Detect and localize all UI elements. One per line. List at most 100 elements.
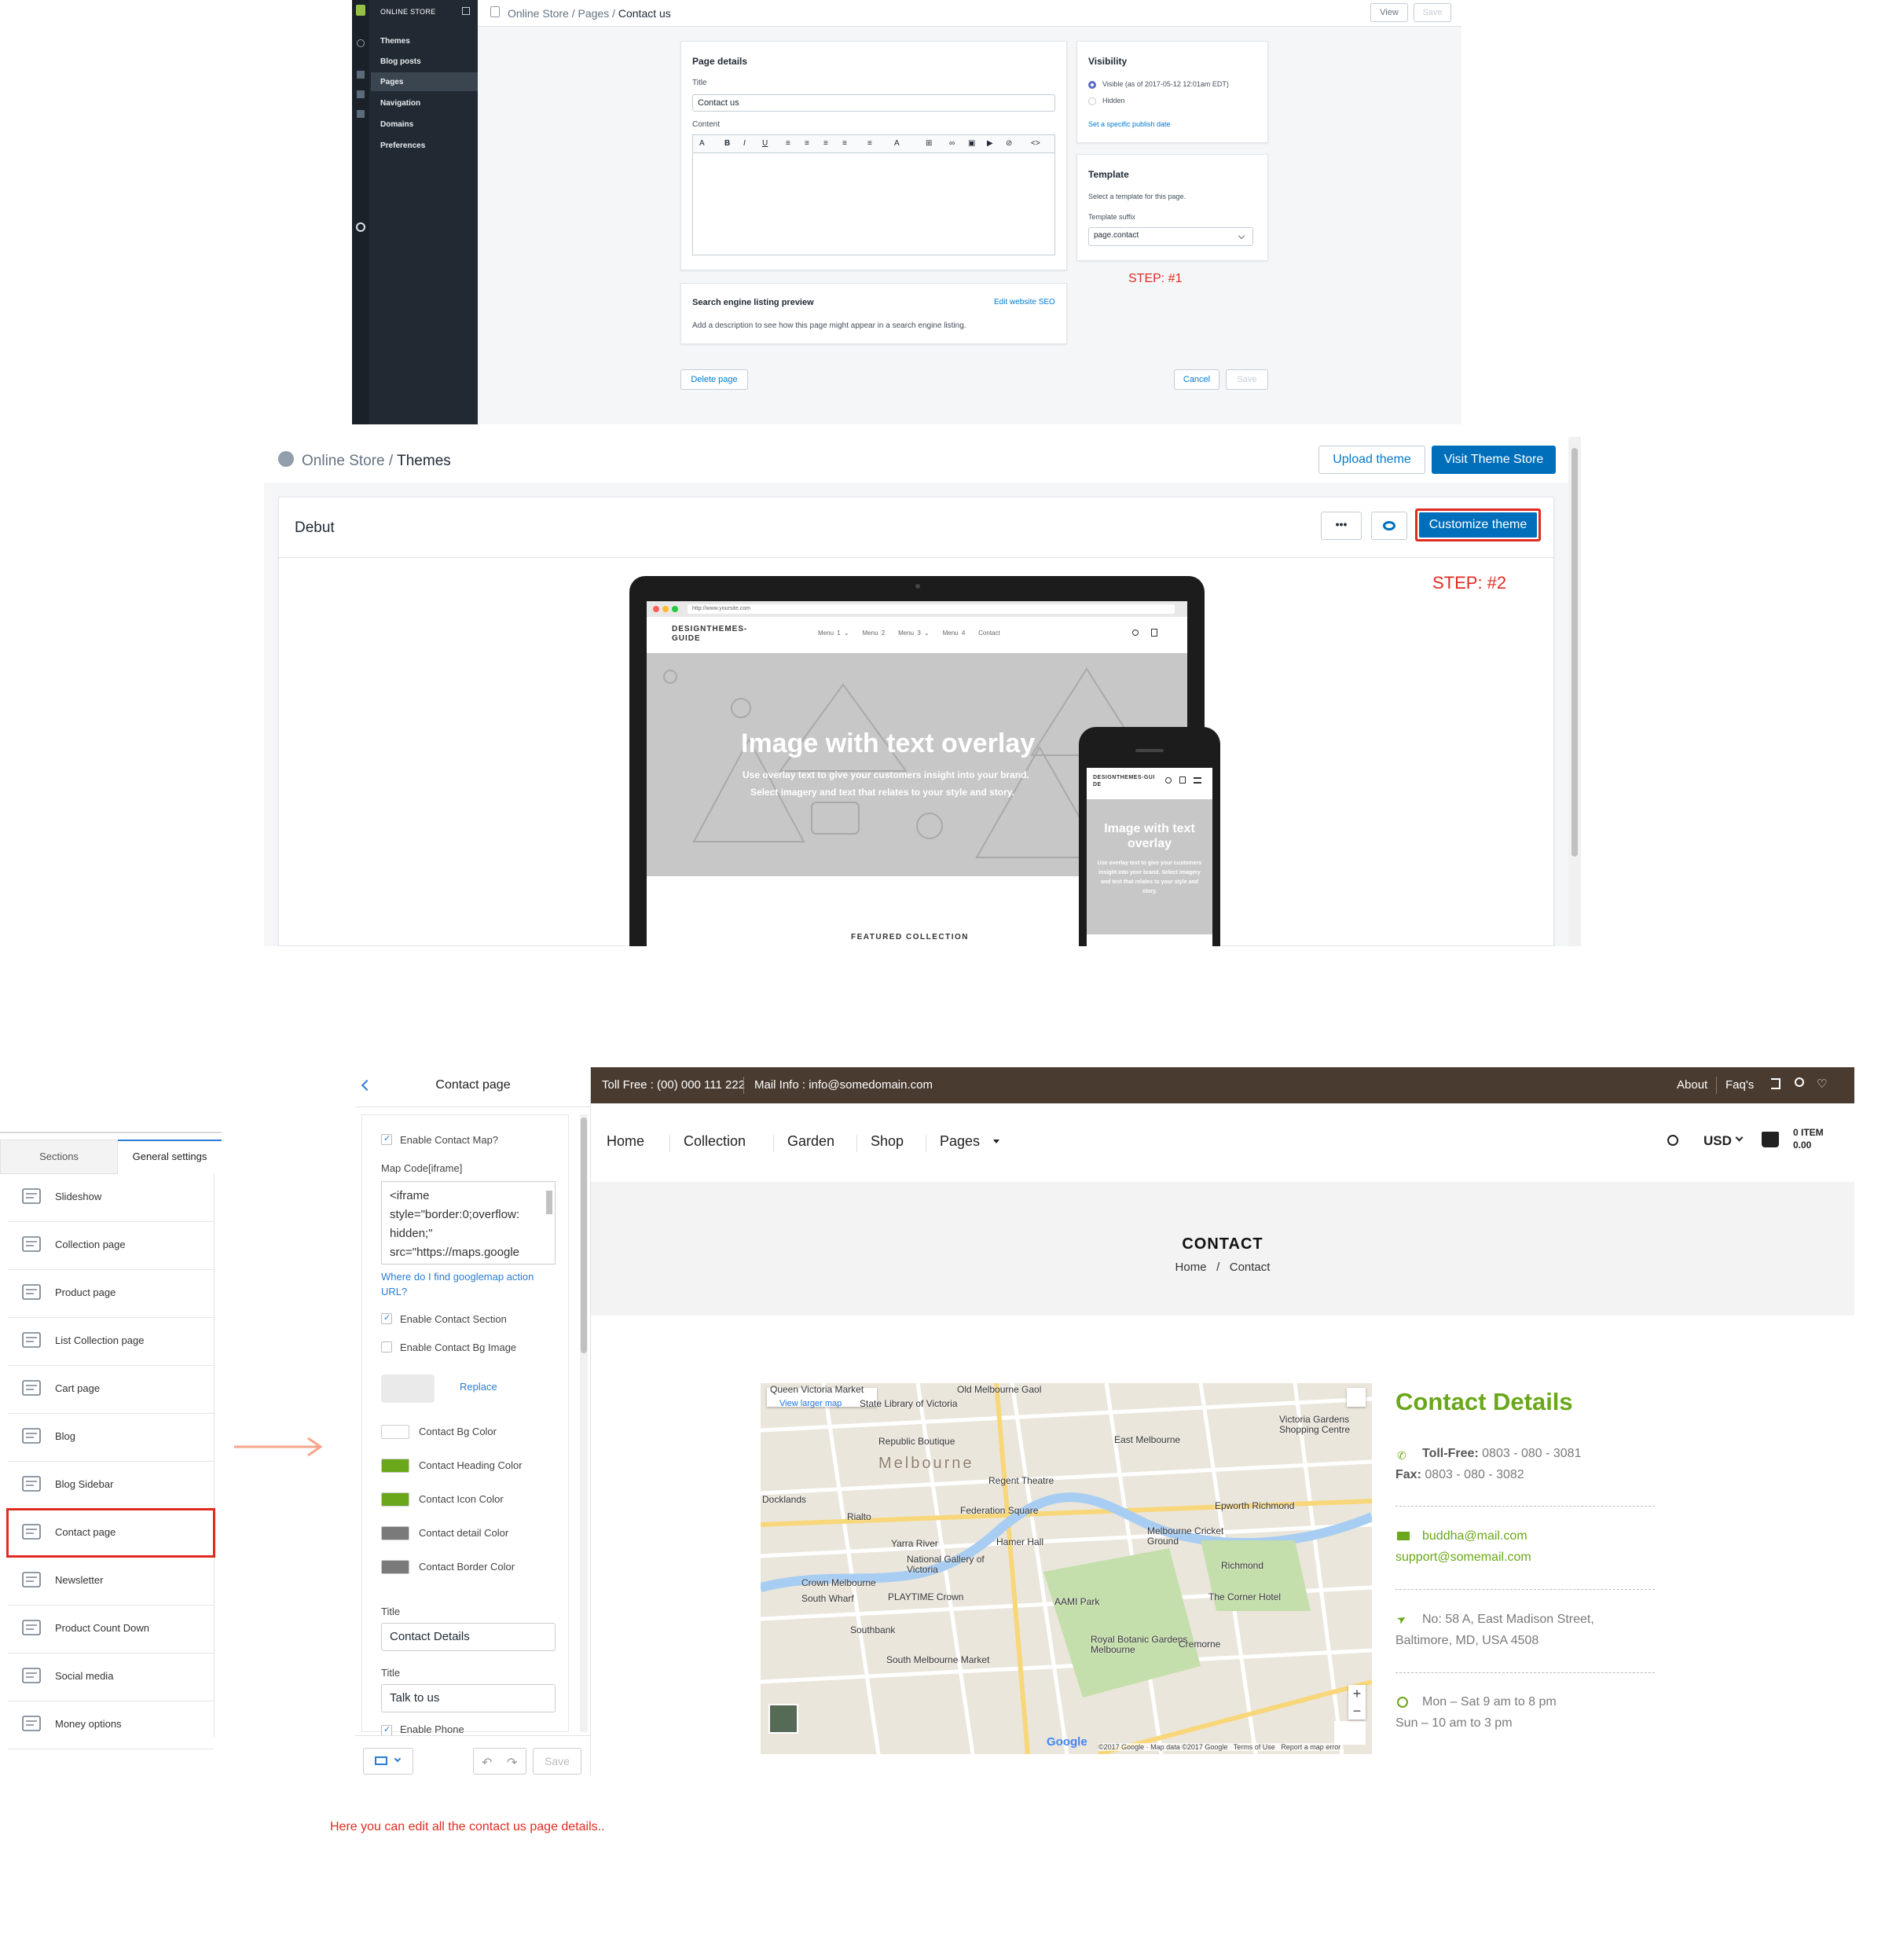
- customers-icon[interactable]: [357, 110, 365, 118]
- color-swatch[interactable]: [381, 1526, 409, 1540]
- publish-date-link[interactable]: Set a specific publish date: [1088, 120, 1171, 128]
- email-2[interactable]: support@somemail.com: [1395, 1551, 1531, 1565]
- topbar-faq-link[interactable]: Faq's: [1725, 1078, 1754, 1092]
- satellite-toggle[interactable]: [768, 1704, 798, 1734]
- cart-icon[interactable]: [1762, 1132, 1779, 1147]
- numbered-list-button[interactable]: ≡: [805, 139, 809, 148]
- visit-theme-store-button[interactable]: Visit Theme Store: [1432, 446, 1556, 474]
- sidebar-item-pages[interactable]: Pages: [371, 72, 478, 91]
- save-button[interactable]: Save: [1226, 369, 1268, 390]
- indent-button[interactable]: ≡: [823, 139, 828, 148]
- replace-link[interactable]: Replace: [460, 1381, 497, 1393]
- content-editor[interactable]: [692, 153, 1055, 255]
- title1-input[interactable]: Contact Details: [381, 1623, 556, 1651]
- nav-shop[interactable]: Shop: [871, 1133, 904, 1150]
- map-code-textarea[interactable]: <iframe style="border:0;overflow: hidden…: [381, 1181, 556, 1264]
- cancel-button[interactable]: Cancel: [1174, 369, 1219, 390]
- upload-theme-button[interactable]: Upload theme: [1318, 446, 1425, 474]
- enable-bg-checkbox[interactable]: [381, 1342, 392, 1353]
- nav-home[interactable]: Home: [607, 1133, 644, 1150]
- breadcrumb-home[interactable]: Home: [1175, 1261, 1207, 1274]
- color-swatch[interactable]: [381, 1560, 409, 1574]
- nav-pages[interactable]: Pages: [940, 1133, 980, 1150]
- hidden-radio[interactable]: [1088, 97, 1096, 105]
- user-icon[interactable]: [1795, 1077, 1804, 1087]
- redo-icon[interactable]: ↷: [507, 1755, 517, 1771]
- search-icon[interactable]: [1667, 1135, 1678, 1146]
- title-input[interactable]: Contact us: [692, 94, 1055, 112]
- settings-item-product-page[interactable]: Product page: [8, 1270, 214, 1318]
- wishlist-heart-icon[interactable]: ♡: [1817, 1077, 1827, 1091]
- template-suffix-select[interactable]: page.contact: [1088, 227, 1253, 246]
- settings-item-social-media[interactable]: Social media: [8, 1654, 214, 1701]
- edit-seo-link[interactable]: Edit website SEO: [994, 298, 1055, 306]
- title2-input[interactable]: Talk to us: [381, 1684, 556, 1712]
- zoom-in-button[interactable]: +: [1348, 1685, 1366, 1702]
- settings-item-list-collection-page[interactable]: List Collection page: [8, 1318, 214, 1366]
- zoom-out-button[interactable]: −: [1348, 1702, 1366, 1720]
- nav-collection[interactable]: Collection: [684, 1133, 746, 1150]
- email-1[interactable]: buddha@mail.com: [1422, 1529, 1527, 1543]
- login-icon[interactable]: [1771, 1078, 1780, 1089]
- editor-scrollbar-thumb[interactable]: [581, 1118, 587, 1353]
- textarea-scrollbar[interactable]: [546, 1191, 552, 1214]
- sidebar-item-navigation[interactable]: Navigation: [371, 94, 478, 112]
- customize-theme-button[interactable]: Customize theme: [1419, 512, 1537, 538]
- googlemap-help-link[interactable]: Where do I find googlemap action URL?: [381, 1269, 562, 1299]
- search-icon[interactable]: [357, 39, 365, 47]
- scrollbar-thumb[interactable]: [1571, 448, 1578, 857]
- tab-general-settings[interactable]: General settings: [118, 1140, 222, 1174]
- google-map-embed[interactable]: View larger map + − Google ©2017 Google …: [761, 1383, 1372, 1754]
- topbar-about-link[interactable]: About: [1677, 1078, 1707, 1092]
- device-selector[interactable]: [363, 1748, 413, 1775]
- help-icon[interactable]: [356, 222, 365, 232]
- color-swatch[interactable]: [381, 1492, 409, 1507]
- settings-item-newsletter[interactable]: Newsletter: [8, 1558, 214, 1606]
- font-button[interactable]: A: [699, 139, 705, 148]
- link-button[interactable]: ∞: [949, 139, 955, 148]
- table-button[interactable]: ⊞: [926, 139, 932, 148]
- sidebar-item-domains[interactable]: Domains: [371, 115, 478, 134]
- products-icon[interactable]: [357, 90, 365, 98]
- italic-button[interactable]: I: [743, 139, 746, 148]
- more-actions-button[interactable]: •••: [1321, 512, 1362, 540]
- enable-section-checkbox[interactable]: ✓: [381, 1313, 392, 1324]
- sidebar-item-themes[interactable]: Themes: [371, 31, 478, 50]
- enable-map-checkbox[interactable]: ✓: [381, 1134, 392, 1145]
- breadcrumb-online-store[interactable]: Online Store: [508, 7, 569, 20]
- pegman-icon[interactable]: [1347, 1388, 1366, 1407]
- color-swatch[interactable]: [381, 1459, 409, 1473]
- visible-radio[interactable]: [1088, 81, 1096, 89]
- save-button-top[interactable]: Save: [1414, 3, 1451, 22]
- external-link-icon[interactable]: [462, 7, 470, 15]
- clear-format-button[interactable]: ⊘: [1006, 139, 1012, 148]
- view-button[interactable]: View: [1370, 3, 1408, 22]
- delete-page-button[interactable]: Delete page: [680, 369, 748, 390]
- color-swatch[interactable]: [381, 1425, 409, 1439]
- cart-items[interactable]: 0 ITEM: [1793, 1127, 1824, 1138]
- list-button[interactable]: ≡: [786, 139, 790, 148]
- breadcrumb-online-store[interactable]: Online Store: [302, 453, 385, 469]
- view-larger-map-link[interactable]: View larger map: [779, 1399, 842, 1408]
- html-button[interactable]: <>: [1031, 139, 1040, 148]
- video-button[interactable]: ▶: [987, 139, 993, 148]
- sidebar-item-blog-posts[interactable]: Blog posts: [371, 52, 478, 71]
- settings-item-cart-page[interactable]: Cart page: [8, 1366, 214, 1414]
- settings-item-money-options[interactable]: Money options: [8, 1701, 214, 1749]
- sidebar-item-preferences[interactable]: Preferences: [371, 136, 478, 155]
- preview-button[interactable]: [1371, 512, 1407, 540]
- currency-select[interactable]: USD: [1703, 1133, 1732, 1149]
- outdent-button[interactable]: ≡: [842, 139, 847, 148]
- underline-button[interactable]: U: [762, 139, 768, 148]
- nav-garden[interactable]: Garden: [787, 1133, 834, 1150]
- align-button[interactable]: ≡: [867, 139, 872, 148]
- settings-item-blog[interactable]: Blog: [8, 1414, 214, 1462]
- text-color-button[interactable]: A: [894, 139, 900, 148]
- settings-item-blog-sidebar[interactable]: Blog Sidebar: [8, 1462, 214, 1510]
- orders-icon[interactable]: [357, 71, 365, 79]
- undo-icon[interactable]: ↶: [482, 1755, 492, 1771]
- tab-sections[interactable]: Sections: [0, 1140, 118, 1174]
- save-button[interactable]: Save: [533, 1748, 581, 1775]
- bold-button[interactable]: B: [724, 139, 730, 148]
- breadcrumb-pages[interactable]: Pages: [578, 7, 610, 20]
